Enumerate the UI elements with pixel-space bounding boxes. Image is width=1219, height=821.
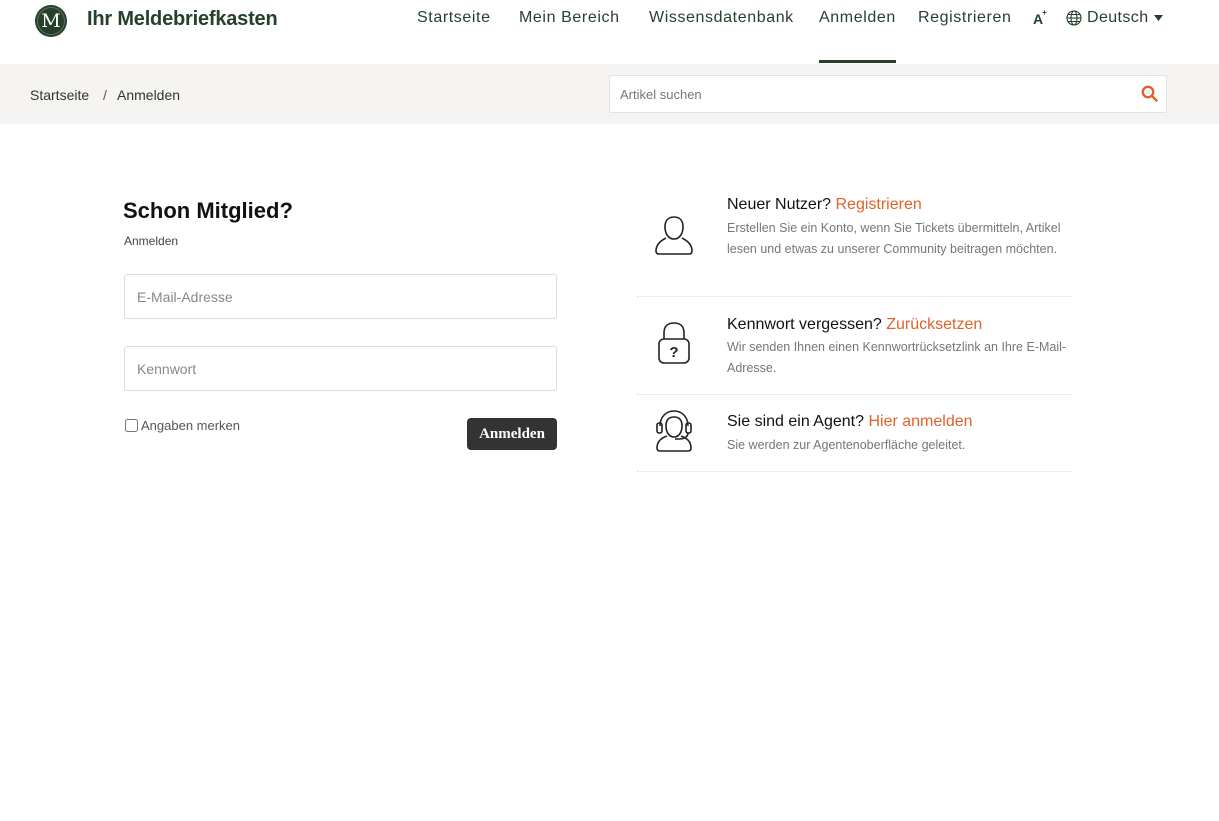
- top-header: M Ihr Meldebriefkasten Startseite Mein B…: [0, 0, 1219, 64]
- nav-registrieren[interactable]: Registrieren: [918, 9, 1011, 27]
- padlock-icon: ?: [658, 322, 690, 364]
- remember-label: Angaben merken: [141, 418, 241, 433]
- password-field[interactable]: [124, 346, 557, 391]
- email-field[interactable]: [124, 274, 557, 319]
- reset-heading: Kennwort vergessen? Zurücksetzen: [727, 316, 982, 334]
- nav-startseite[interactable]: Startseite: [417, 9, 491, 27]
- language-selector[interactable]: Deutsch: [1066, 9, 1163, 27]
- nav-anmelden[interactable]: Anmelden: [819, 9, 896, 63]
- register-row: Neuer Nutzer? Registrieren Erstellen Sie…: [637, 190, 1071, 297]
- login-title: Schon Mitglied?: [123, 198, 293, 223]
- nav-mein-bereich[interactable]: Mein Bereich: [519, 9, 620, 27]
- breadcrumb-separator: /: [103, 87, 107, 103]
- login-button[interactable]: Anmelden: [467, 418, 557, 450]
- search-input[interactable]: [610, 76, 1130, 112]
- logo-icon[interactable]: M: [35, 5, 67, 37]
- globe-icon: [1066, 10, 1082, 26]
- register-heading: Neuer Nutzer? Registrieren: [727, 196, 922, 214]
- agent-heading: Sie sind ein Agent? Hier anmelden: [727, 413, 973, 431]
- login-subtitle: Anmelden: [124, 234, 179, 248]
- search-icon[interactable]: [1141, 85, 1158, 102]
- agent-description: Sie werden zur Agentenoberfläche geleite…: [727, 438, 966, 452]
- search-box: [609, 75, 1167, 113]
- reset-row: ? Kennwort vergessen? Zurücksetzen Wir s…: [637, 297, 1071, 395]
- register-description: Erstellen Sie ein Konto, wenn Sie Ticket…: [727, 221, 1061, 256]
- svg-text:?: ?: [669, 344, 678, 361]
- font-size-icon[interactable]: A+: [1033, 8, 1048, 27]
- headset-agent-icon: [656, 410, 692, 452]
- register-question: Neuer Nutzer?: [727, 196, 832, 213]
- agent-row: Sie sind ein Agent? Hier anmelden Sie we…: [637, 395, 1071, 472]
- register-link[interactable]: Registrieren: [836, 196, 922, 213]
- reset-description: Wir senden Ihnen einen Kennwortrücksetzl…: [727, 340, 1067, 375]
- breadcrumb-bar: Startseite / Anmelden: [0, 64, 1219, 124]
- breadcrumb-home[interactable]: Startseite: [30, 87, 89, 103]
- nav-wissensdatenbank[interactable]: Wissensdatenbank: [649, 9, 794, 27]
- language-label: Deutsch: [1087, 9, 1149, 26]
- caret-down-icon: [1153, 15, 1163, 21]
- reset-question: Kennwort vergessen?: [727, 316, 882, 333]
- remember-checkbox[interactable]: [125, 419, 138, 432]
- reset-link[interactable]: Zurücksetzen: [886, 316, 982, 333]
- remember-me[interactable]: Angaben merken: [125, 418, 240, 433]
- agent-question: Sie sind ein Agent?: [727, 413, 864, 430]
- agent-link[interactable]: Hier anmelden: [868, 413, 972, 430]
- user-icon: [655, 216, 693, 255]
- brand-name[interactable]: Ihr Meldebriefkasten: [87, 8, 278, 31]
- breadcrumb-current: Anmelden: [117, 87, 181, 103]
